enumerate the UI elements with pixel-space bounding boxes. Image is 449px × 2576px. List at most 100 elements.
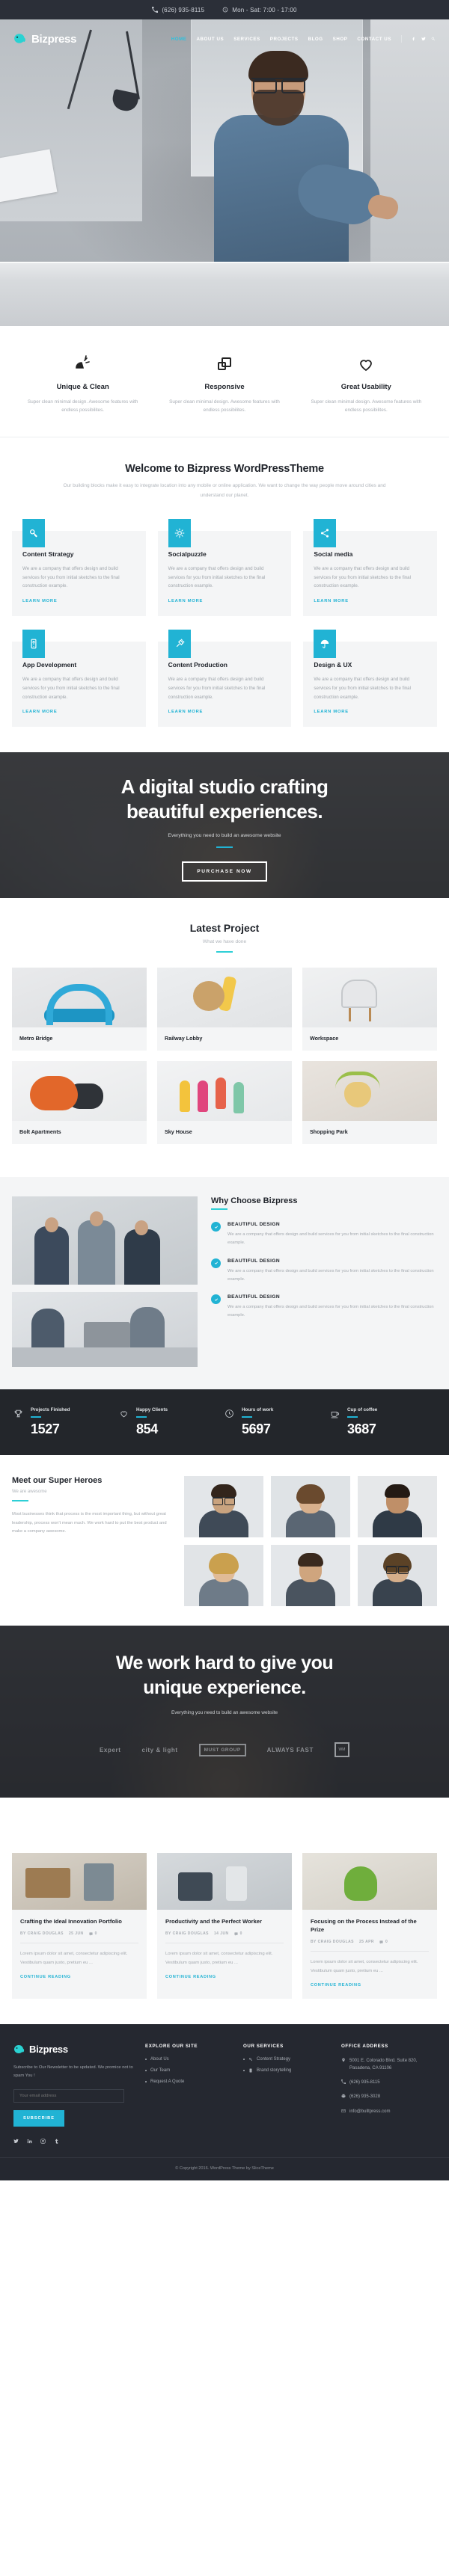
project-thumbnail [302,1061,437,1122]
why-item-text: We are a company that offers design and … [227,1305,434,1318]
footer-services-list: Content Strategy Brand storytelling [243,2057,329,2073]
project-card[interactable]: Workspace [302,968,437,1051]
trophy-icon [13,1407,23,1421]
envelope-icon [341,2109,346,2112]
purchase-now-button[interactable]: PURCHASE NOW [182,861,267,882]
elephant-logo-icon [13,32,27,46]
service-title: Design & UX [314,661,352,669]
topbar-phone: (626) 935-8115 [152,7,204,13]
footer-link-item[interactable]: Our Team [145,2068,231,2073]
copyright-text: © Copyright 2016. WordPress Theme by Sli… [175,2166,274,2171]
service-learn-more-link[interactable]: LEARN MORE [314,710,348,714]
plug-icon [168,630,191,659]
footer-office-list: 5001 E. Colorado Blvd. Suite 820, Pasade… [341,2057,436,2115]
why-choose-item: BEAUTIFUL DESIGN We are a company that o… [211,1258,437,1283]
nav-item-contact-us[interactable]: CONTACT US [357,37,391,42]
service-card[interactable]: Social media We are a company that offer… [303,518,438,617]
service-learn-more-link[interactable]: LEARN MORE [168,710,203,714]
service-card[interactable]: App Development We are a company that of… [12,630,146,728]
team-member-photo[interactable] [358,1545,437,1607]
team-member-photo[interactable] [184,1545,263,1607]
blog-post-card[interactable]: Crafting the Ideal Innovation Portfolio … [12,1853,147,1999]
team-member-photo[interactable] [271,1545,350,1607]
blog-continue-reading-link[interactable]: CONTINUE READING [165,1975,216,1979]
newsletter-email-input[interactable] [13,2089,124,2103]
search-icon[interactable] [431,37,436,41]
footer-phone-item[interactable]: (626) 935-8115 [341,2079,436,2086]
blog-post-card[interactable]: Focusing on the Process Instead of the P… [302,1853,437,1999]
feature-card: Unique & Clean Super clean minimal desig… [12,351,153,414]
twitter-icon[interactable] [421,37,426,41]
service-learn-more-link[interactable]: LEARN MORE [314,599,348,603]
facebook-icon[interactable] [412,37,416,41]
footer-link-item[interactable]: About Us [145,2057,231,2062]
team-members-grid [184,1476,437,1607]
member-body [373,1510,422,1538]
blog-post-body: Productivity and the Perfect Worker BY C… [157,1910,292,1990]
client-logo-must-group: MUST GROUP [198,1743,246,1756]
blog-continue-reading-link[interactable]: CONTINUE READING [20,1975,71,1979]
map-pin-icon [342,2058,345,2062]
footer-fax-item: (626) 935-3028 [341,2093,436,2100]
footer-email-item[interactable]: info@bulltpress.com [341,2108,436,2115]
unique-clean-icon [25,351,140,377]
blog-post-card[interactable]: Productivity and the Perfect Worker BY C… [157,1853,292,1999]
team-member-photo[interactable] [271,1476,350,1538]
instagram-icon[interactable] [40,2139,46,2145]
team-member-photo[interactable] [184,1476,263,1538]
blog-post-date: 25 APR [358,1940,374,1945]
key-icon [248,2057,252,2062]
service-card[interactable]: Socialpuzzle We are a company that offer… [157,518,292,617]
hero-person [210,51,400,280]
service-title: Socialpuzzle [168,550,207,558]
tumblr-icon[interactable] [54,2139,59,2145]
nav-item-home[interactable]: HOME [171,37,187,42]
blog-post-excerpt: Lorem ipsum dolor sit amet, consectetur … [311,1960,418,1973]
service-card[interactable]: Design & UX We are a company that offers… [303,630,438,728]
blog-post-author: BY CRAIG DOUGLAS [20,1931,64,1937]
printer-icon [341,2094,346,2098]
blog-post-comments: 0 [234,1931,242,1936]
service-learn-more-link[interactable]: LEARN MORE [22,710,57,714]
project-card[interactable]: Shopping Park [302,1061,437,1145]
footer-link-item[interactable]: Content Strategy [243,2057,329,2062]
twitter-icon[interactable] [13,2139,19,2144]
why-item-title: BEAUTIFUL DESIGN [227,1294,280,1300]
topbar-phone-text: (626) 935-8115 [162,6,205,13]
service-learn-more-link[interactable]: LEARN MORE [168,599,203,603]
project-card[interactable]: Sky House [157,1061,292,1145]
project-card[interactable]: Metro Bridge [12,968,147,1051]
nav-item-projects[interactable]: PROJECTS [270,37,299,42]
team-divider [12,1500,28,1502]
feature-title: Great Usability [340,383,391,391]
person-silhouette [34,1226,69,1285]
nav-item-about-us[interactable]: ABOUT US [196,37,224,42]
blog-post-excerpt: Lorem ipsum dolor sit amet, consectetur … [20,1952,128,1965]
service-card[interactable]: Content Production We are a company that… [157,630,292,728]
why-choose-section: Why Choose Bizpress BEAUTIFUL DESIGN We … [0,1177,449,1390]
service-text: We are a company that offers design and … [22,677,120,700]
footer-social-links [13,2139,133,2145]
nav-item-blog[interactable]: BLOG [308,37,323,42]
footer-brand[interactable]: Bizpress [13,2044,133,2056]
footer-link-item[interactable]: Request A Quote [145,2079,231,2084]
blog-continue-reading-link[interactable]: CONTINUE READING [311,1983,361,1988]
member-body [199,1579,248,1607]
team-member-photo[interactable] [358,1476,437,1538]
member-glasses [386,1566,409,1575]
service-card[interactable]: Content Strategy We are a company that o… [12,518,146,617]
service-learn-more-link[interactable]: LEARN MORE [22,599,57,603]
project-card[interactable]: Bolt Apartments [12,1061,147,1145]
service-title: Content Production [168,661,227,669]
counter-value: 3687 [347,1421,376,1437]
nav-item-shop[interactable]: SHOP [333,37,348,42]
blog-post-date: 25 JUN [68,1931,84,1937]
brand-logo[interactable]: Bizpress [13,32,76,46]
subscribe-button[interactable]: SUBSCRIBE [13,2110,64,2127]
footer-link-item[interactable]: Brand storytelling [243,2068,329,2073]
nav-item-services[interactable]: SERVICES [233,37,260,42]
linkedin-icon[interactable] [27,2139,32,2144]
blog-post-body: Crafting the Ideal Innovation Portfolio … [12,1910,147,1990]
blog-post-comments: 0 [89,1931,97,1936]
project-card[interactable]: Railway Lobby [157,968,292,1051]
